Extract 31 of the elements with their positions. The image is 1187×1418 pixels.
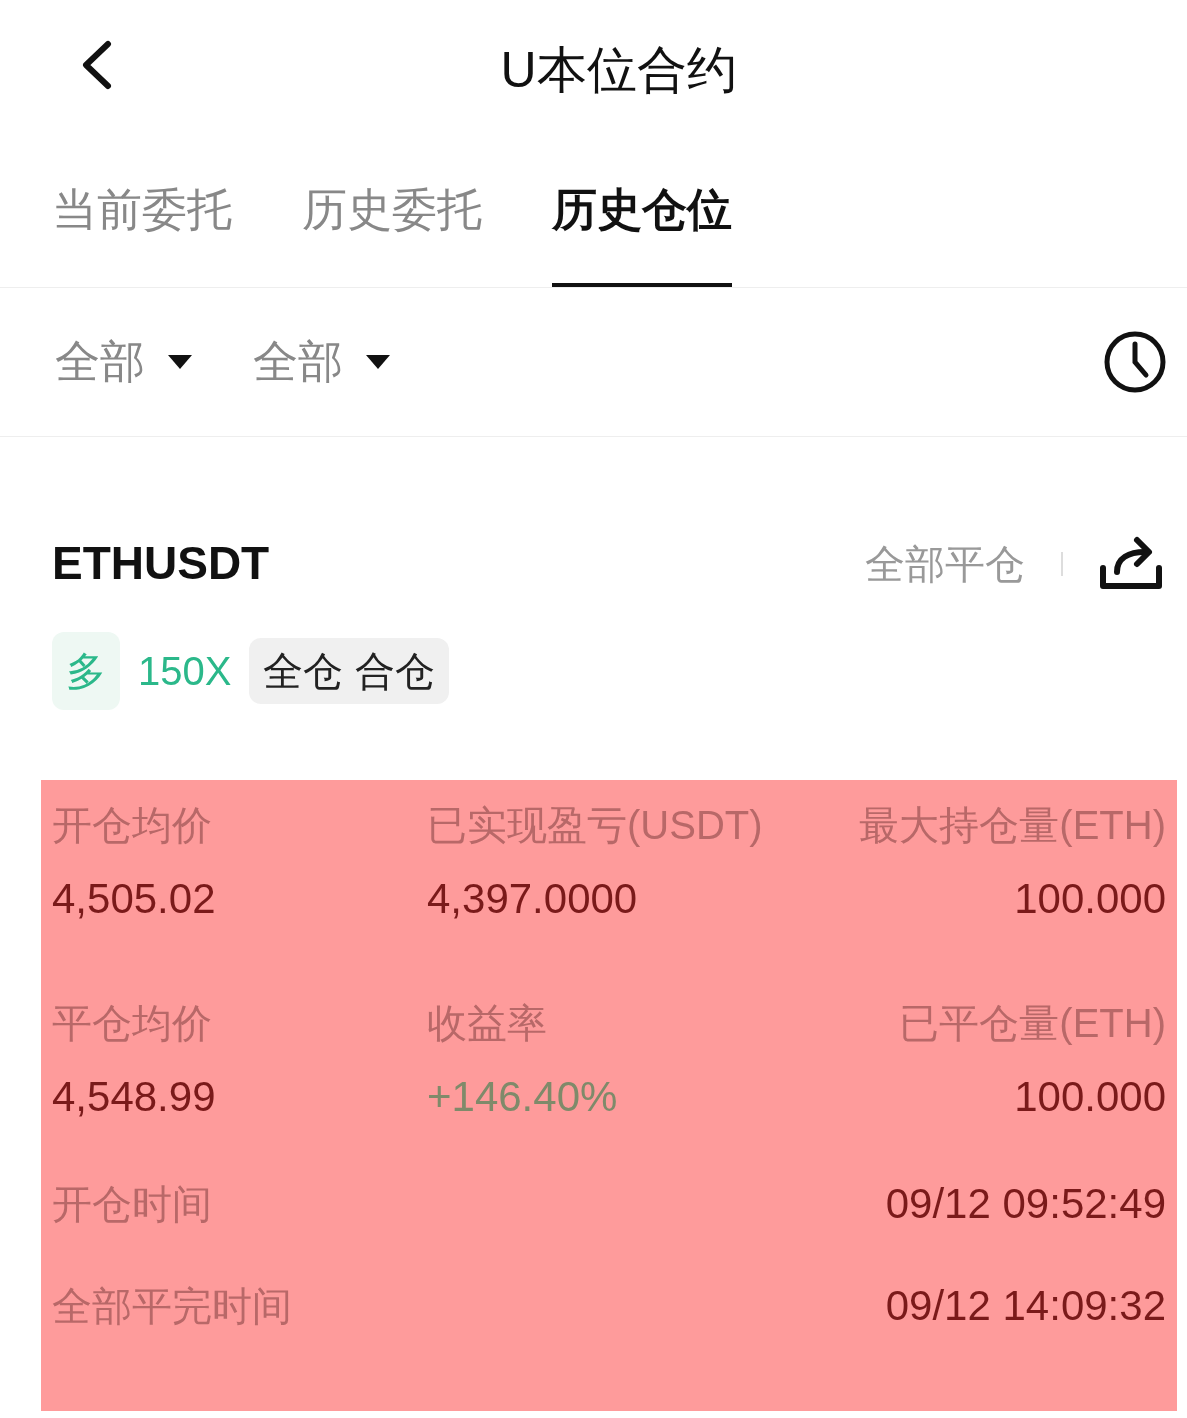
- stat-value: 4,397.0000: [427, 874, 638, 924]
- tab[interactable]: 当前委托: [52, 139, 232, 287]
- filter-dropdown[interactable]: 全部: [253, 328, 391, 396]
- back-icon[interactable]: [80, 40, 114, 90]
- filter-dropdown[interactable]: 全部: [55, 328, 193, 396]
- page-title: U本位合约: [500, 40, 737, 100]
- tab[interactable]: 历史委托: [302, 139, 482, 287]
- stat-value: 100.000: [1014, 874, 1166, 924]
- position-tag: 全仓 合仓: [249, 638, 449, 704]
- clock-icon[interactable]: [1103, 330, 1167, 394]
- position-tag: 150X: [120, 641, 250, 701]
- stat-label: 开仓均价: [52, 802, 212, 849]
- stat-label: 已平仓量(ETH): [899, 1000, 1166, 1047]
- time-label: 开仓时间: [52, 1181, 212, 1228]
- stat-label: 最大持仓量(ETH): [859, 802, 1166, 849]
- stat-label: 平仓均价: [52, 1000, 212, 1047]
- stat-label: 已实现盈亏(USDT): [427, 802, 763, 849]
- caret-icon: [365, 354, 391, 370]
- time-label: 全部平完时间: [52, 1283, 292, 1330]
- time-value: 09/12 14:09:32: [885, 1281, 1166, 1331]
- close-all-button[interactable]: 全部平仓: [865, 533, 1025, 594]
- symbol: ETHUSDT: [52, 536, 270, 591]
- stat-value: +146.40%: [427, 1072, 618, 1122]
- stat-label: 收益率: [427, 1000, 547, 1047]
- stat-value: 4,505.02: [52, 874, 216, 924]
- position-tag: 多: [52, 632, 120, 710]
- stat-value: 4,548.99: [52, 1072, 216, 1122]
- caret-icon: [167, 354, 193, 370]
- stat-value: 100.000: [1014, 1072, 1166, 1122]
- time-value: 09/12 09:52:49: [885, 1179, 1166, 1229]
- tab[interactable]: 历史仓位: [552, 139, 732, 287]
